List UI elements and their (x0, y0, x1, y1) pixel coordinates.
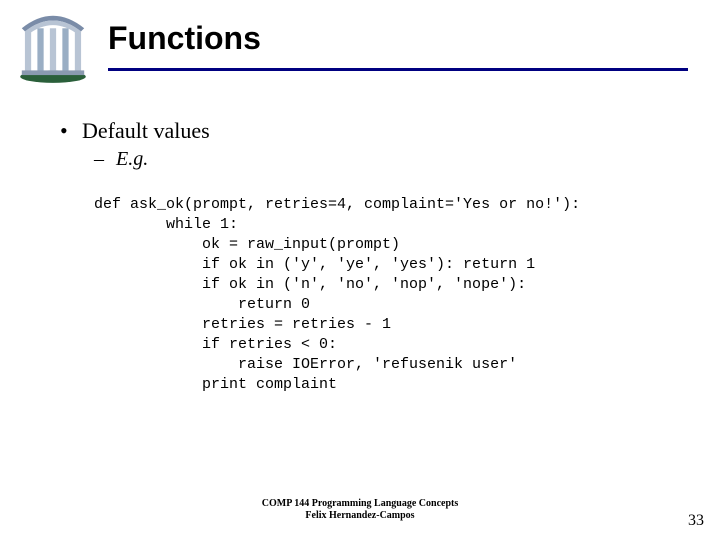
footer-line-1: COMP 144 Programming Language Concepts (262, 498, 458, 509)
bullet-level-2: –E.g. (94, 148, 148, 171)
bullet-1-text: Default values (82, 118, 210, 143)
slide-title: Functions (108, 20, 261, 57)
slide-footer: COMP 144 Programming Language Concepts F… (0, 498, 720, 522)
bullet-dash-icon: – (94, 148, 116, 171)
bullet-dot-icon: • (60, 118, 82, 144)
unc-well-logo (14, 8, 92, 86)
footer-line-2: Felix Hernandez-Campos (305, 510, 414, 521)
title-underline (108, 68, 688, 71)
code-block: def ask_ok(prompt, retries=4, complaint=… (94, 195, 580, 395)
bullet-2-text: E.g. (116, 148, 148, 170)
page-number: 33 (688, 512, 704, 530)
bullet-level-1: •Default values (60, 118, 210, 144)
